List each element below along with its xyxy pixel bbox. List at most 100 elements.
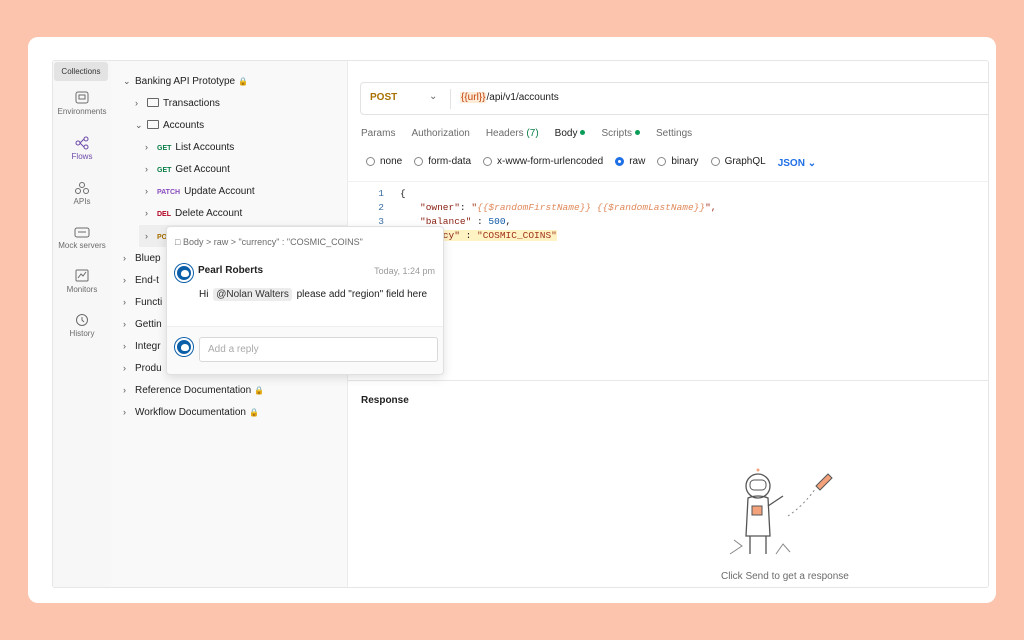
tree-item-update-account[interactable]: › PATCH Update Account <box>145 183 255 199</box>
chevron-right-icon: › <box>123 319 126 329</box>
method-badge: GET <box>157 167 172 174</box>
rail-item-environments[interactable]: Environments <box>53 91 111 116</box>
tab-headers[interactable]: Headers (7) <box>486 128 539 139</box>
radio-urlencoded[interactable]: x-www-form-urlencoded <box>483 156 603 167</box>
chevron-down-icon[interactable]: ⌄ <box>429 91 437 102</box>
reply-input[interactable] <box>199 337 438 362</box>
folder-icon <box>147 98 159 107</box>
chevron-right-icon: › <box>145 186 148 196</box>
rail-item-history[interactable]: History <box>53 313 111 338</box>
rail-label-environments: Environments <box>57 107 107 116</box>
lock-icon: 🔒 <box>254 386 265 395</box>
radio-circle <box>414 157 424 166</box>
tree-item-end-to-end[interactable]: › End-t <box>123 272 159 288</box>
environments-icon <box>75 91 89 104</box>
tree-item-workflow-documentation[interactable]: › Workflow Documentation 🔒 <box>123 404 259 420</box>
rail-item-mock-servers[interactable]: Mock servers <box>53 225 111 250</box>
chevron-right-icon: › <box>123 363 126 373</box>
tree-item-getting-started[interactable]: › Gettin <box>123 316 162 332</box>
tree-item-label: Banking API Prototype <box>135 76 236 87</box>
method-select[interactable]: POST <box>370 92 397 103</box>
chevron-right-icon: › <box>123 385 126 395</box>
tree-item-banking-api-prototype[interactable]: ⌄ Banking API Prototype 🔒 <box>123 73 248 89</box>
tree-item-delete-account[interactable]: › DEL Delete Account <box>145 205 242 221</box>
radio-binary[interactable]: binary <box>657 156 699 167</box>
rail-label-flows: Flows <box>71 152 93 161</box>
tab-scripts-label: Scripts <box>601 128 633 139</box>
tree-item-label: Accounts <box>163 120 205 131</box>
radio-form-data[interactable]: form-data <box>414 156 471 167</box>
tab-settings[interactable]: Settings <box>656 128 692 139</box>
tree-item-reference-documentation[interactable]: › Reference Documentation 🔒 <box>123 382 264 398</box>
format-label: JSON <box>777 158 805 169</box>
request-editor: POST ⌄ {{url}}/api/v1/accounts Params Aut… <box>348 61 988 587</box>
rail-label-monitors: Monitors <box>66 285 98 294</box>
radio-circle <box>657 157 667 166</box>
divider <box>450 89 451 109</box>
headers-count: (7) <box>526 128 539 139</box>
comment-message: Hi @Nolan Walters please add "region" fi… <box>199 288 428 301</box>
lock-icon: 🔒 <box>238 77 249 86</box>
radio-graphql[interactable]: GraphQL <box>710 156 766 167</box>
response-heading: Response <box>361 395 409 406</box>
comment-text: please add "region" field here <box>296 289 428 300</box>
tree-item-integration[interactable]: › Integr <box>123 338 161 354</box>
sidebar-rail: Collections Environments Flows APIs Mock… <box>53 61 111 587</box>
tree-item-label: Gettin <box>135 319 162 330</box>
radio-label: GraphQL <box>724 156 766 167</box>
chevron-right-icon: › <box>135 98 138 108</box>
radio-label: form-data <box>428 156 472 167</box>
radio-label: none <box>380 156 403 167</box>
tree-item-production[interactable]: › Produ <box>123 360 162 376</box>
chevron-down-icon: ⌄ <box>135 120 143 130</box>
history-icon <box>76 314 88 326</box>
method-badge: DEL <box>157 211 171 218</box>
astronaut-illustration-icon <box>729 468 833 555</box>
tree-item-get-account[interactable]: › GET Get Account <box>145 161 230 177</box>
rail-item-apis[interactable]: APIs <box>53 181 111 206</box>
rail-item-monitors[interactable]: Monitors <box>53 269 111 294</box>
chevron-right-icon: › <box>145 231 148 241</box>
json-number: 500 <box>488 216 506 227</box>
tree-item-label: Produ <box>135 363 162 374</box>
tree-item-label: List Accounts <box>175 142 235 153</box>
code-line-1: { <box>400 188 406 199</box>
collections-tab[interactable]: Collections <box>54 62 108 81</box>
url-bar: POST ⌄ {{url}}/api/v1/accounts <box>360 82 988 115</box>
tab-params[interactable]: Params <box>361 128 395 139</box>
tree-item-functional[interactable]: › Functi <box>123 294 162 310</box>
tab-authorization[interactable]: Authorization <box>411 128 469 139</box>
tree-item-blueprints[interactable]: › Bluep <box>123 250 161 266</box>
chevron-right-icon: › <box>123 297 126 307</box>
radio-label: raw <box>629 156 646 167</box>
rail-label-mock-servers: Mock servers <box>58 241 106 250</box>
user-mention[interactable]: @Nolan Walters <box>213 288 292 301</box>
method-badge: PATCH <box>157 189 181 196</box>
code-editor[interactable]: 1 2 3 4 { "owner": "{{$randomFirstName}}… <box>348 181 988 381</box>
json-key: "owner" <box>420 202 460 213</box>
radio-label: x-www-form-urlencoded <box>497 156 604 167</box>
chevron-right-icon: › <box>123 341 126 351</box>
radio-raw[interactable]: raw <box>615 156 645 167</box>
lock-icon: 🔒 <box>248 408 259 417</box>
chevron-down-icon: ⌄ <box>807 158 817 169</box>
tree-item-accounts[interactable]: ⌄ Accounts <box>135 117 204 133</box>
rail-label-history: History <box>69 329 95 338</box>
tree-item-list-accounts[interactable]: › GET List Accounts <box>145 139 234 155</box>
format-select[interactable]: JSON ⌄ <box>778 158 816 169</box>
tab-body[interactable]: Body <box>555 128 586 139</box>
tab-scripts[interactable]: Scripts <box>601 128 641 139</box>
apis-icon <box>75 182 89 194</box>
line-number: 1 <box>378 188 384 199</box>
rail-item-flows[interactable]: Flows <box>53 136 111 161</box>
avatar <box>175 338 193 356</box>
url-input[interactable]: {{url}}/api/v1/accounts <box>460 92 559 103</box>
empty-response-message: Click Send to get a response <box>721 571 849 582</box>
comment-popover: □ Body > raw > "currency" : "COSMIC_COIN… <box>166 226 444 375</box>
rail-label-apis: APIs <box>73 197 91 206</box>
tree-item-transactions[interactable]: › Transactions <box>135 95 220 111</box>
radio-none[interactable]: none <box>366 156 402 167</box>
code-line-2: "owner": "{{$randomFirstName}} {{$random… <box>420 202 717 213</box>
avatar <box>175 264 193 282</box>
body-type-options: none form-data x-www-form-urlencoded raw bin… <box>366 156 816 169</box>
